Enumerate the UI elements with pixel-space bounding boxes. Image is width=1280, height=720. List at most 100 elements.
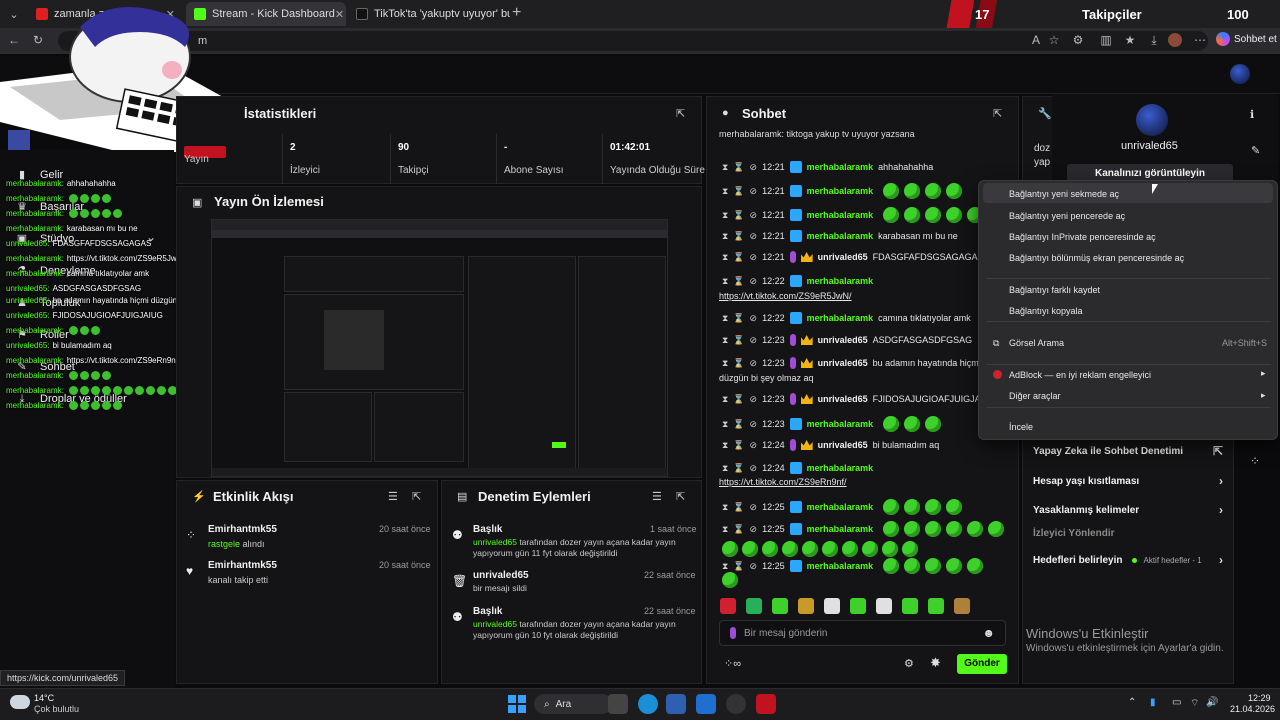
emote-picker-icon[interactable] <box>772 598 788 614</box>
emote-picker-icon[interactable] <box>902 598 918 614</box>
download-icon[interactable]: ⤓ <box>1146 32 1162 48</box>
split-screen-icon[interactable]: ▥ <box>1098 32 1114 48</box>
store-icon[interactable] <box>666 694 686 714</box>
mod-icon[interactable]: ✸ <box>930 655 941 671</box>
emote-picker-icon[interactable] <box>798 598 814 614</box>
chat-username[interactable]: merhabalaramk <box>807 524 874 534</box>
chat-username[interactable]: merhabalaramk <box>807 313 874 323</box>
mod-setting-item[interactable]: İzleyici Yönlendir <box>1033 528 1223 539</box>
context-menu-item[interactable]: İncele <box>1009 422 1033 432</box>
timeout-icon[interactable]: ⌛ <box>733 524 744 535</box>
chat-username[interactable]: merhabalaramk <box>807 419 874 429</box>
delete-icon[interactable]: ⧗ <box>722 210 728 221</box>
chat-username[interactable]: merhabalaramk <box>807 210 874 220</box>
timeout-icon[interactable]: ⌛ <box>733 335 744 346</box>
app-red-icon[interactable] <box>756 694 776 714</box>
ban-icon[interactable]: ⊘ <box>750 463 758 474</box>
ban-icon[interactable]: ⊘ <box>750 561 758 572</box>
delete-icon[interactable]: ⧗ <box>722 419 728 430</box>
favorites-icon[interactable]: ★ <box>1122 32 1138 48</box>
wifi-icon[interactable]: ⌔ <box>1190 697 1199 710</box>
context-menu-item[interactable]: Bağlantıyı farklı kaydet <box>1009 285 1100 295</box>
delete-icon[interactable]: ⧗ <box>722 186 728 197</box>
volume-icon[interactable]: 🔊 <box>1206 697 1218 708</box>
ban-icon[interactable]: ⊘ <box>750 358 758 369</box>
chat-username[interactable]: merhabalaramk <box>807 561 874 571</box>
filter-icon[interactable]: ☰ <box>652 490 662 503</box>
taskbar-search[interactable]: ⌕ Ara <box>534 694 612 714</box>
context-menu-item[interactable]: Bağlantıyı bölünmüş ekran penceresinde a… <box>1009 253 1184 263</box>
timeout-icon[interactable]: ⌛ <box>733 186 744 197</box>
context-menu-item[interactable]: AdBlock — en iyi reklam engelleyici <box>1009 370 1151 380</box>
chat-username[interactable]: merhabalaramk <box>807 463 874 473</box>
emote-picker-icon[interactable] <box>720 598 736 614</box>
delete-icon[interactable]: ⧗ <box>722 524 728 535</box>
ban-icon[interactable]: ⊘ <box>750 186 758 197</box>
ban-icon[interactable]: ⊘ <box>750 440 758 451</box>
info-icon[interactable]: ℹ <box>1250 108 1254 121</box>
extensions-icon[interactable]: ⚙ <box>1070 32 1086 48</box>
chat-username[interactable]: unrivaled65 <box>818 335 868 345</box>
emote-picker-icon[interactable] <box>876 598 892 614</box>
app-icon[interactable] <box>726 694 746 714</box>
popout-icon[interactable]: ⇱ <box>676 490 685 503</box>
timeout-icon[interactable]: ⌛ <box>733 419 744 430</box>
close-icon[interactable]: ✕ <box>335 8 344 21</box>
emote-picker-icon[interactable] <box>954 598 970 614</box>
more-icon[interactable]: ⋯ <box>1192 32 1208 48</box>
ban-icon[interactable]: ⊘ <box>750 524 758 535</box>
delete-icon[interactable]: ⧗ <box>722 335 728 346</box>
timeout-icon[interactable]: ⌛ <box>733 358 744 369</box>
new-tab-button[interactable]: + <box>512 4 521 22</box>
chat-username[interactable]: unrivaled65 <box>818 394 868 404</box>
chat-link[interactable]: https://vt.tiktok.com/ZS9eR5JwN/ <box>719 291 852 301</box>
mod-setting-item[interactable]: Hedefleri belirleyin Aktif hedefler - 1 › <box>1033 553 1223 567</box>
chat-input[interactable]: Bir mesaj gönderin ☻ <box>719 620 1006 646</box>
emoji-icon[interactable]: ☻ <box>982 626 995 640</box>
ban-icon[interactable]: ⊘ <box>750 252 758 263</box>
chat-username[interactable]: merhabalaramk <box>807 276 874 286</box>
emote-picker-icon[interactable] <box>824 598 840 614</box>
ban-icon[interactable]: ⊘ <box>750 276 758 287</box>
star-icon[interactable]: ☆ <box>1046 32 1062 48</box>
task-view-icon[interactable] <box>608 694 628 714</box>
filter-icon[interactable]: ☰ <box>388 490 398 503</box>
edge-icon[interactable] <box>638 694 658 714</box>
delete-icon[interactable]: ⧗ <box>722 502 728 513</box>
profile-avatar[interactable] <box>1168 33 1182 47</box>
mod-setting-item[interactable]: Yasaklanmış kelimeler › <box>1033 503 1223 517</box>
read-aloud-icon[interactable]: A <box>1028 32 1044 48</box>
windows-start-icon[interactable] <box>508 695 526 713</box>
stream-preview-video[interactable] <box>211 219 668 477</box>
ban-icon[interactable]: ⊘ <box>750 231 758 242</box>
delete-icon[interactable]: ⧗ <box>722 231 728 242</box>
chat-username[interactable]: unrivaled65 <box>818 440 868 450</box>
context-menu-item[interactable]: Bağlantıyı yeni sekmede aç <box>1009 189 1119 199</box>
timeout-icon[interactable]: ⌛ <box>733 502 744 513</box>
timeout-icon[interactable]: ⌛ <box>733 394 744 405</box>
delete-icon[interactable]: ⧗ <box>722 252 728 263</box>
tab-tiktok[interactable]: TikTok'ta 'yakuptv uyuyor' bulabili ✕ <box>348 2 510 26</box>
emote-picker-icon[interactable] <box>746 598 762 614</box>
timeout-icon[interactable]: ⌛ <box>733 162 744 173</box>
chat-username[interactable]: merhabalaramk <box>807 231 874 241</box>
ban-icon[interactable]: ⊘ <box>750 419 758 430</box>
context-menu-item[interactable]: Bağlantıyı yeni pencerede aç <box>1009 211 1125 221</box>
send-button[interactable]: Gönder <box>957 654 1007 674</box>
timeout-icon[interactable]: ⌛ <box>733 252 744 263</box>
chat-username[interactable]: merhabalaramk <box>807 186 874 196</box>
chat-username[interactable]: merhabalaramk <box>807 502 874 512</box>
popout-icon[interactable]: ⇱ <box>993 107 1002 120</box>
mod-setting-item[interactable]: Hesap yaşı kısıtlaması › <box>1033 474 1223 488</box>
mod-setting-item[interactable]: Yapay Zeka ile Sohbet Denetimi ⇱ <box>1033 444 1223 458</box>
timeout-icon[interactable]: ⌛ <box>733 210 744 221</box>
delete-icon[interactable]: ⧗ <box>722 358 728 369</box>
ban-icon[interactable]: ⊘ <box>750 502 758 513</box>
delete-icon[interactable]: ⧗ <box>722 394 728 405</box>
emote-picker-icon[interactable] <box>928 598 944 614</box>
ban-icon[interactable]: ⊘ <box>750 335 758 346</box>
delete-icon[interactable]: ⧗ <box>722 561 728 572</box>
timeout-icon[interactable]: ⌛ <box>733 313 744 324</box>
delete-icon[interactable]: ⧗ <box>722 162 728 173</box>
copilot-button[interactable]: Sohbet et <box>1216 32 1277 46</box>
